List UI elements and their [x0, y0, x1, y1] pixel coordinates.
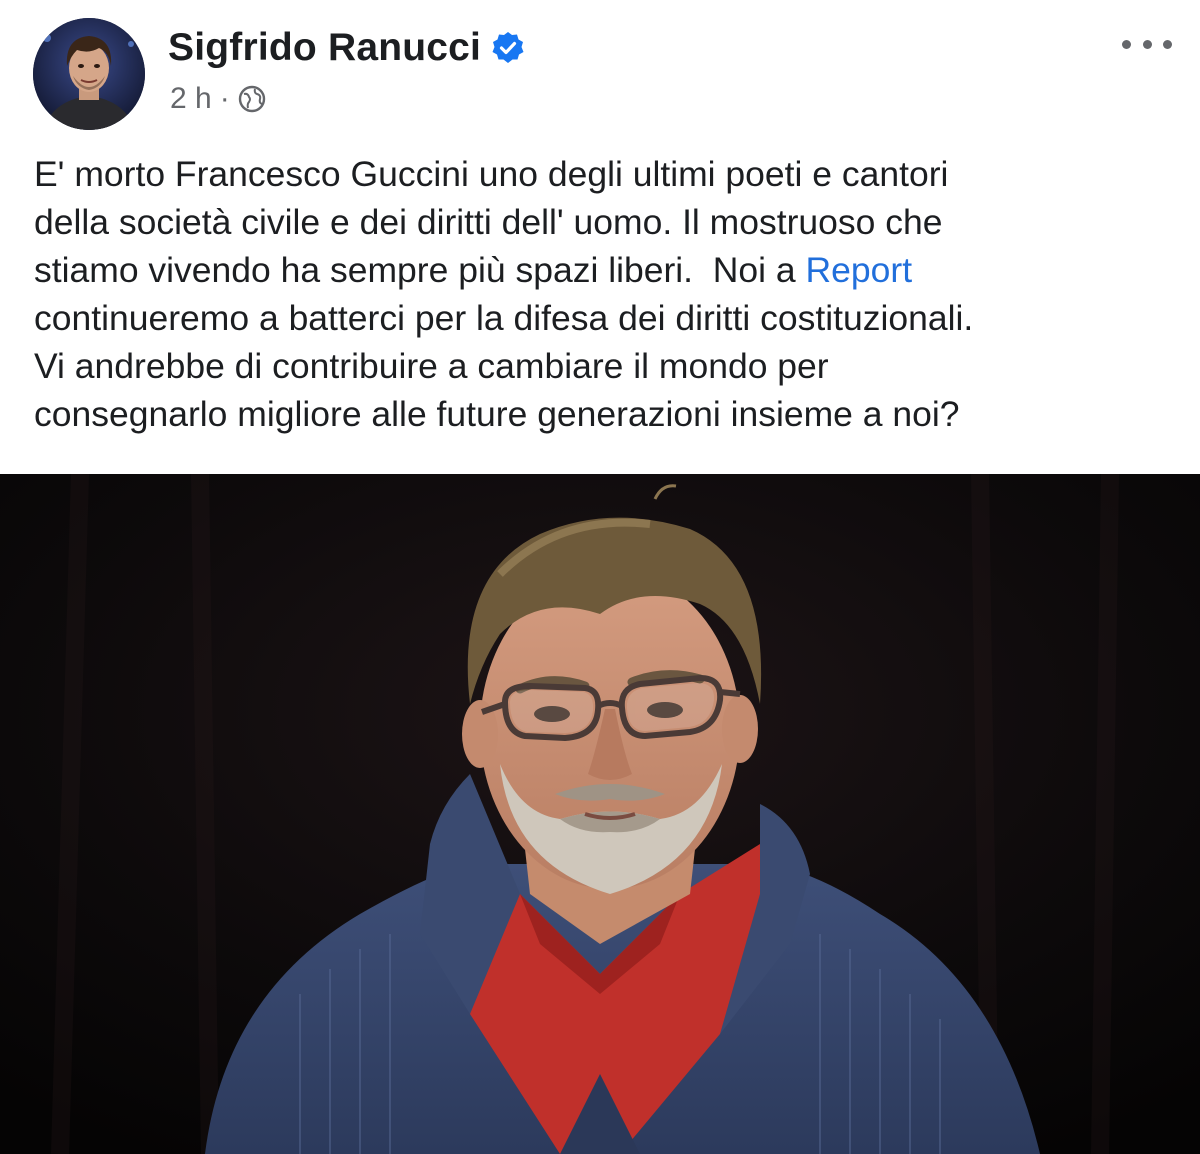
more-options-icon[interactable] [1122, 34, 1172, 54]
globe-icon [238, 85, 266, 113]
post-photo[interactable] [0, 474, 1200, 1154]
post-timestamp[interactable]: 2 h [170, 82, 212, 116]
report-link[interactable]: Report [806, 250, 913, 290]
post-text: E' morto Francesco Guccini uno degli ult… [34, 150, 1184, 438]
post-meta: 2 h · [170, 82, 266, 116]
post-text-part2: continueremo a batterci per la difesa de… [34, 298, 974, 434]
author-row: Sigfrido Ranucci [168, 26, 525, 70]
meta-separator: · [219, 82, 230, 115]
dot [1122, 39, 1131, 49]
verified-badge-icon [491, 31, 525, 65]
facebook-post: Sigfrido Ranucci 2 h · E' morto Francesc… [0, 0, 1200, 1154]
dot [1163, 39, 1172, 49]
author-name[interactable]: Sigfrido Ranucci [168, 26, 481, 70]
author-avatar[interactable] [33, 18, 145, 130]
dot [1142, 39, 1152, 49]
post-header: Sigfrido Ranucci 2 h · [0, 0, 1200, 140]
